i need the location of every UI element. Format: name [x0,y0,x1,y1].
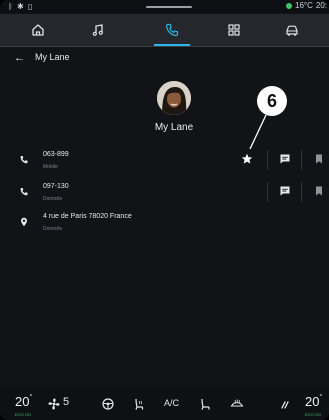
status-right: 16°C 20: [286,1,327,10]
status-bar: ᛒ ✱ ▯ 16°C 20: [0,0,329,13]
status-indicator-icon [286,2,292,9]
pull-down-handle[interactable] [146,6,192,8]
phone-number: 097-130 [43,183,69,190]
phone-icon [165,23,179,37]
status-icons: ᛒ ✱ ▯ [8,2,34,11]
seat-heat-icon[interactable] [132,397,146,411]
fan-icon[interactable] [47,397,61,411]
infotainment-screen: ᛒ ✱ ▯ 16°C 20: ← My Lane My Lane 6 063-8… [0,0,329,420]
clock: 20: [315,1,327,10]
bookmark-icon[interactable] [313,153,325,165]
ac-button[interactable]: A/C [164,398,179,408]
apps-grid-icon [228,24,240,36]
outside-temperature: 16°C [295,1,313,10]
car-icon [286,25,298,36]
right-temperature-unit: ° [319,394,323,401]
page-header: ← My Lane [0,48,329,68]
home-icon [32,24,44,36]
music-note-icon [92,24,103,36]
message-icon[interactable] [279,153,291,165]
air-flow-icon[interactable] [279,397,293,411]
right-eco-label: ECO OO [305,412,322,417]
nav-phone[interactable] [142,14,202,46]
phone-icon [20,156,28,164]
page-title: My Lane [35,52,70,62]
contact-name: My Lane [154,122,194,133]
location-pin-icon [21,217,27,227]
phone-type-label: Mobile [43,164,58,170]
climate-bar: 20° ECO OO 5 A/C 20° ECO OO [0,388,329,420]
steering-heat-icon[interactable] [101,397,115,411]
nav-music[interactable] [68,14,128,46]
right-temperature[interactable]: 20° [305,394,322,409]
address-text: 4 rue de Paris 78020 France [43,213,132,220]
contact-row-phone-mobile[interactable]: 063-899 Mobile [0,148,329,176]
seat-icon[interactable] [198,397,212,411]
left-temperature-unit: ° [29,394,33,401]
row-divider [267,182,268,202]
fan-level: 5 [63,396,70,408]
message-icon[interactable] [279,185,291,197]
avatar-photo-icon [157,81,191,115]
row-divider [301,150,302,170]
contact-avatar [157,81,191,115]
bookmark-icon[interactable] [313,185,325,197]
phone-type-label: Domicile [43,196,63,202]
top-nav-bar [0,14,329,47]
row-divider [301,182,302,202]
phone-number: 063-899 [43,151,69,158]
windshield-defrost-icon[interactable] [230,397,244,411]
row-divider [267,150,268,170]
nav-vehicle[interactable] [262,14,322,46]
contact-row-phone-home[interactable]: 097-130 Domicile [0,180,329,208]
favorite-star-icon[interactable] [241,153,253,165]
phone-icon [20,188,28,196]
nav-home[interactable] [8,14,68,46]
contact-row-address[interactable]: 4 rue de Paris 78020 France Domicile [0,210,329,238]
right-temperature-value: 20 [305,394,320,409]
left-temperature[interactable]: 20° [15,394,32,409]
left-eco-label: ECO OO [15,412,32,417]
nav-apps[interactable] [204,14,264,46]
callout-marker: 6 [257,86,287,116]
address-type-label: Domicile [43,226,63,232]
back-button[interactable]: ← [14,52,25,64]
left-temperature-value: 20 [15,394,30,409]
